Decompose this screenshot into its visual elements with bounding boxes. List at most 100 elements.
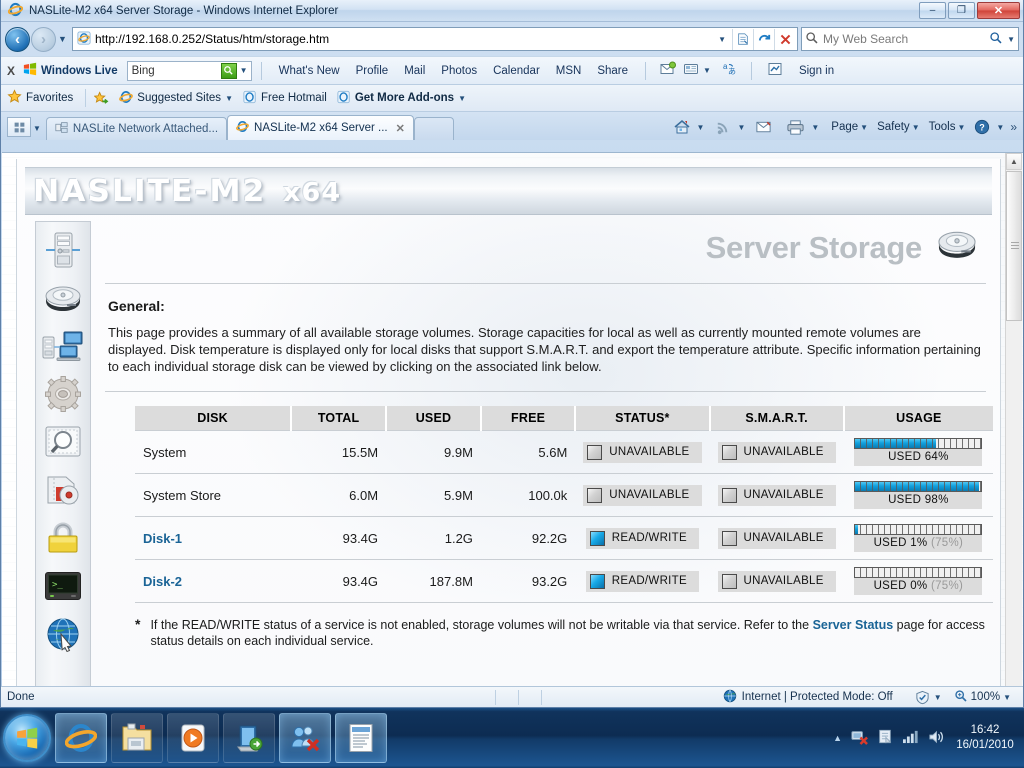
page-scrollbar[interactable]: ▲ ▼	[1005, 153, 1022, 707]
live-link-msn[interactable]: MSN	[556, 65, 582, 77]
tray-overflow-icon[interactable]: ▲	[833, 733, 842, 743]
sidebar-item-console[interactable]: >_	[40, 562, 86, 610]
live-link-whats-new[interactable]: What's New	[279, 65, 340, 77]
mail-icon[interactable]	[752, 120, 775, 135]
favorites-bar: Favorites Suggested Sites ▼ Free Hotmail…	[1, 85, 1023, 112]
page-menu[interactable]: Page ▼	[828, 121, 871, 133]
tab-list-caret-icon[interactable]: ▼	[33, 124, 41, 133]
forward-button[interactable]: ›	[31, 26, 56, 52]
tab-close-icon[interactable]: ✕	[396, 122, 405, 135]
command-bar-overflow-icon[interactable]: »	[1010, 120, 1017, 134]
safety-menu-label: Safety	[877, 121, 910, 133]
printer-icon[interactable]	[783, 119, 808, 136]
action-center-icon[interactable]	[877, 728, 893, 748]
server-status-link[interactable]: Server Status	[813, 618, 894, 632]
favorites-item-get-more-addons[interactable]: Get More Add-ons ▼	[337, 90, 466, 107]
home-icon[interactable]	[670, 118, 694, 136]
column-header-status: STATUS*	[575, 406, 711, 431]
taskbar-button-document[interactable]	[335, 713, 387, 763]
usage-meter: USED 98%	[854, 481, 983, 509]
network-error-icon[interactable]	[851, 728, 868, 748]
search-provider-caret-icon[interactable]: ▼	[1003, 35, 1015, 44]
address-input[interactable]: http://192.168.0.252/Status/htm/storage.…	[72, 27, 798, 51]
privacy-report-button[interactable]: ▼	[915, 690, 942, 705]
search-input[interactable]: My Web Search ▼	[801, 27, 1019, 51]
live-toolbar-options-icon[interactable]	[683, 61, 699, 80]
sidebar-item-web[interactable]	[40, 610, 86, 658]
tab-naslite-network-attached[interactable]: NASLite Network Attached...	[45, 117, 228, 140]
sidebar-item-configuration[interactable]	[40, 370, 86, 418]
zoom-control[interactable]: 100% ▼	[954, 689, 1011, 706]
taskbar-button-explorer[interactable]	[111, 713, 163, 763]
usage-threshold: (75%)	[930, 580, 964, 592]
live-search-icon[interactable]	[220, 62, 237, 79]
address-dropdown-caret-icon[interactable]: ▼	[712, 35, 732, 44]
taskbar-button-users[interactable]	[279, 713, 331, 763]
live-signin-icon[interactable]	[767, 61, 783, 80]
live-options-caret-icon[interactable]: ▼	[703, 66, 711, 75]
sidebar-item-network[interactable]	[40, 322, 86, 370]
live-link-profile[interactable]: Profile	[356, 65, 389, 77]
quick-tabs-button[interactable]	[7, 117, 31, 137]
sidebar-item-status[interactable]	[40, 418, 86, 466]
live-link-mail[interactable]: Mail	[404, 65, 425, 77]
help-icon[interactable]: ?	[971, 119, 993, 135]
refresh-button[interactable]	[753, 28, 774, 50]
search-submit-icon[interactable]	[989, 31, 1003, 48]
close-button[interactable]: ✕	[977, 2, 1020, 19]
safety-menu[interactable]: Safety ▼	[874, 121, 923, 133]
compatibility-view-button[interactable]	[732, 28, 753, 50]
volume-icon[interactable]	[928, 729, 945, 748]
disk-link[interactable]: Disk-2	[143, 574, 182, 589]
tools-menu[interactable]: Tools ▼	[926, 121, 969, 133]
help-caret-icon[interactable]: ▼	[996, 123, 1004, 132]
signal-icon[interactable]	[902, 729, 919, 747]
home-caret-icon[interactable]: ▼	[697, 123, 705, 132]
favorites-button[interactable]: Favorites	[7, 89, 73, 107]
sign-in-link[interactable]: Sign in	[799, 65, 834, 77]
restore-button[interactable]: ❐	[948, 2, 975, 19]
taskbar-button-media-player[interactable]	[167, 713, 219, 763]
favorites-item-suggested-sites[interactable]: Suggested Sites ▼	[119, 90, 233, 107]
status-divider-3	[540, 689, 542, 705]
live-messenger-icon[interactable]	[660, 61, 677, 80]
favorites-item-free-hotmail[interactable]: Free Hotmail	[243, 90, 327, 107]
sidebar-item-storage[interactable]	[40, 274, 86, 322]
start-button[interactable]	[3, 714, 51, 762]
clock[interactable]: 16:42 16/01/2010	[954, 723, 1016, 753]
taskbar-button-remote-desktop[interactable]	[223, 713, 275, 763]
minimize-button[interactable]: –	[919, 2, 946, 19]
sidebar-item-server[interactable]	[40, 226, 86, 274]
live-search-caret-icon[interactable]: ▼	[240, 66, 248, 75]
chevron-down-icon[interactable]: ▼	[225, 94, 233, 103]
rss-caret-icon[interactable]: ▼	[737, 123, 745, 132]
taskbar-button-internet-explorer[interactable]	[55, 713, 107, 763]
livebar-close-button[interactable]: X	[7, 64, 15, 78]
stop-button[interactable]	[774, 28, 795, 50]
chevron-down-icon[interactable]: ▼	[458, 94, 466, 103]
live-link-calendar[interactable]: Calendar	[493, 65, 540, 77]
tab-favicon	[55, 121, 68, 137]
tab-naslite-m2-x64-server[interactable]: NASLite-M2 x64 Server ... ✕	[227, 115, 414, 140]
disk-link[interactable]: Disk-1	[143, 531, 182, 546]
zoom-caret-icon[interactable]: ▼	[1003, 693, 1011, 702]
favbar-divider	[85, 89, 87, 107]
scrollbar-thumb[interactable]	[1006, 171, 1022, 321]
sidebar-item-backup[interactable]	[40, 466, 86, 514]
page-title-text: Server Storage	[705, 230, 923, 265]
sidebar-item-security[interactable]	[40, 514, 86, 562]
live-search-input[interactable]: Bing ▼	[126, 60, 252, 81]
recent-pages-caret-icon[interactable]: ▼	[56, 34, 69, 44]
scroll-up-button[interactable]: ▲	[1006, 153, 1022, 170]
rss-icon[interactable]	[711, 119, 734, 136]
new-tab-button[interactable]	[413, 117, 454, 140]
live-link-share[interactable]: Share	[597, 65, 628, 77]
print-caret-icon[interactable]: ▼	[811, 123, 819, 132]
live-translate-icon[interactable]: aあ	[722, 61, 738, 80]
privacy-caret-icon[interactable]: ▼	[934, 693, 942, 702]
chevron-down-icon: ▼	[860, 122, 869, 132]
back-button[interactable]: ‹	[5, 26, 30, 52]
live-link-photos[interactable]: Photos	[441, 65, 477, 77]
security-zone[interactable]: Internet | Protected Mode: Off	[723, 689, 893, 706]
add-to-favorites-bar-icon[interactable]	[94, 90, 109, 106]
